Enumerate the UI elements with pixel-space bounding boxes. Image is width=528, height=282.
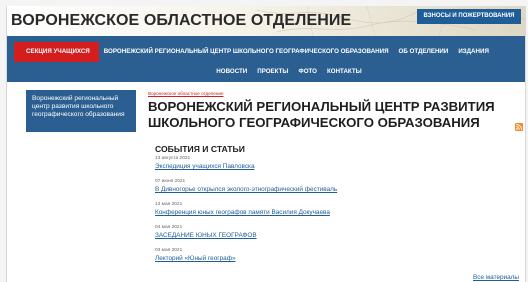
nav-item-regional-center[interactable]: ВОРОНЕЖСКИЙ РЕГИОНАЛЬНЫЙ ЦЕНТР ШКОЛЬНОГО… (99, 42, 394, 62)
list-item: 07 июня 2021 В Дивногорье открылся эколо… (155, 179, 337, 194)
rss-icon[interactable] (515, 123, 523, 131)
article-link[interactable]: Лекторий «Юный географ» (155, 254, 236, 263)
page-title: ВОРОНЕЖСКИЙ РЕГИОНАЛЬНЫЙ ЦЕНТР РАЗВИТИЯ … (148, 99, 495, 130)
nav-item-about[interactable]: ОБ ОТДЕЛЕНИИ (394, 42, 454, 62)
list-item: 03 мая 2021 Лекторий «Юный географ» (155, 248, 236, 263)
article-link[interactable]: В Дивногорье открылся эколого-этнографич… (155, 185, 337, 194)
nav-item-projects[interactable]: ПРОЕКТЫ (252, 62, 293, 82)
article-link[interactable]: Экспедиция учащихся Павловска (155, 162, 255, 171)
nav-item-contacts[interactable]: КОНТАКТЫ (322, 62, 367, 82)
site-header: ВОРОНЕЖСКОЕ ОБЛАСТНОЕ ОТДЕЛЕНИЕ ВЗНОСЫ И… (7, 6, 525, 36)
sidebar-item-regional-center[interactable]: Воронежский региональный центр развития … (26, 90, 136, 132)
page: ВОРОНЕЖСКОЕ ОБЛАСТНОЕ ОТДЕЛЕНИЕ ВЗНОСЫ И… (6, 6, 526, 282)
nav-row-secondary: НОВОСТИ ПРОЕКТЫ ФОТО КОНТАКТЫ (7, 62, 525, 82)
section-heading: СОБЫТИЯ И СТАТЬИ (155, 144, 245, 154)
all-materials-link[interactable]: Все материалы (473, 274, 519, 281)
nav-item-publications[interactable]: ИЗДАНИЯ (453, 42, 494, 62)
nav-item-students-section[interactable]: СЕКЦИЯ УЧАЩИХСЯ (14, 42, 99, 62)
main-nav: СЕКЦИЯ УЧАЩИХСЯ ВОРОНЕЖСКИЙ РЕГИОНАЛЬНЫЙ… (7, 36, 525, 82)
nav-item-photo[interactable]: ФОТО (293, 62, 322, 82)
list-item: 13 августа 2021 Экспедиция учащихся Павл… (155, 156, 255, 171)
article-link[interactable]: Конференция юных географов памяти Васили… (155, 208, 330, 217)
list-item: 04 мая 2021 ЗАСЕДАНИЕ ЮНЫХ ГЕОГРАФОВ (155, 225, 257, 240)
nav-item-news[interactable]: НОВОСТИ (211, 62, 252, 82)
donate-button[interactable]: ВЗНОСЫ И ПОЖЕРТВОВАНИЯ (417, 9, 521, 24)
site-title[interactable]: ВОРОНЕЖСКОЕ ОБЛАСТНОЕ ОТДЕЛЕНИЕ (11, 12, 351, 30)
breadcrumb[interactable]: Воронежское областное отделение (148, 91, 224, 96)
nav-row-primary: СЕКЦИЯ УЧАЩИХСЯ ВОРОНЕЖСКИЙ РЕГИОНАЛЬНЫЙ… (7, 42, 525, 62)
article-link[interactable]: ЗАСЕДАНИЕ ЮНЫХ ГЕОГРАФОВ (155, 231, 257, 240)
list-item: 13 мая 2021 Конференция юных географов п… (155, 202, 330, 217)
